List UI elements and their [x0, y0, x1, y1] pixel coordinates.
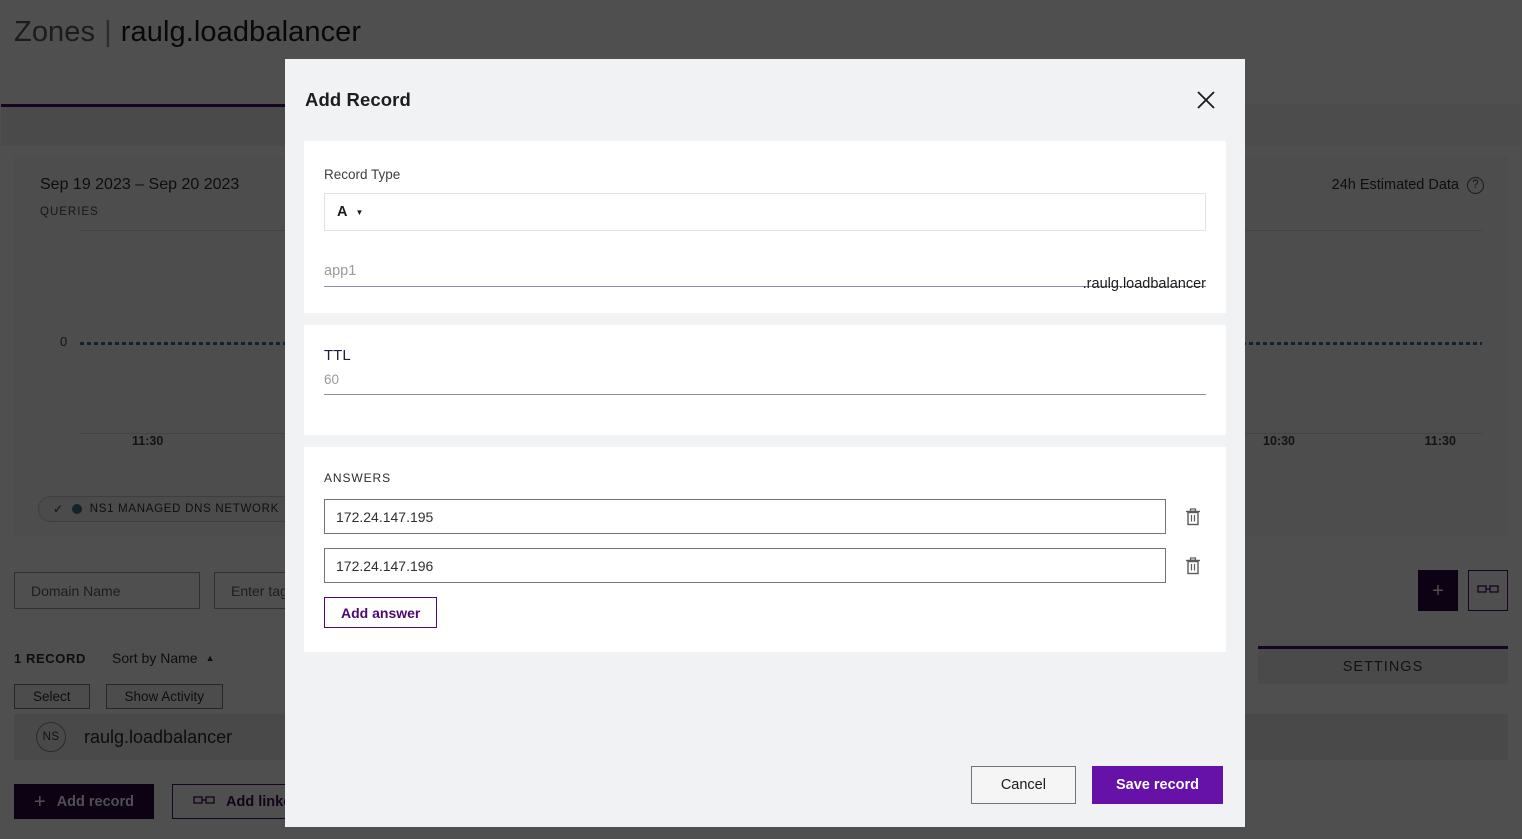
dialog-header: Add Record: [285, 59, 1245, 141]
ttl-label: TTL: [324, 347, 351, 364]
record-name-suffix: .raulg.loadbalancer: [1082, 276, 1206, 292]
ttl-card: TTL: [304, 325, 1226, 435]
answer-row: [324, 499, 1206, 534]
answers-label: ANSWERS: [324, 471, 391, 485]
answers-card: ANSWERS 172.24.147.195 172.24.147.196 Ad…: [304, 447, 1226, 652]
record-type-select[interactable]: A ▼: [324, 193, 1206, 231]
record-name-input[interactable]: [324, 263, 1083, 283]
answer-row: [324, 548, 1206, 583]
ttl-field: [324, 371, 1206, 395]
record-type-label: Record Type: [324, 167, 401, 182]
ttl-input[interactable]: [324, 372, 1206, 387]
record-type-card: Record Type A ▼ .raulg.loadbalancer: [304, 141, 1226, 313]
add-record-dialog: Add Record Record Type A ▼ .raulg.loadba…: [285, 59, 1245, 827]
answer-input-1[interactable]: [324, 499, 1166, 534]
trash-icon[interactable]: [1180, 504, 1206, 530]
close-icon[interactable]: [1191, 85, 1221, 115]
record-name-row: .raulg.loadbalancer: [324, 263, 1206, 292]
record-type-value: A: [337, 204, 348, 220]
dialog-body: Record Type A ▼ .raulg.loadbalancer TTL …: [285, 141, 1245, 743]
add-answer-button[interactable]: Add answer: [324, 597, 438, 628]
answer-input-2[interactable]: [324, 548, 1166, 583]
dialog-title: Add Record: [305, 89, 411, 110]
save-record-button[interactable]: Save record: [1091, 766, 1223, 804]
dialog-footer: Cancel Save record: [285, 743, 1245, 827]
chevron-down-icon: ▼: [355, 207, 364, 217]
trash-icon[interactable]: [1180, 553, 1206, 579]
cancel-button[interactable]: Cancel: [970, 766, 1076, 804]
